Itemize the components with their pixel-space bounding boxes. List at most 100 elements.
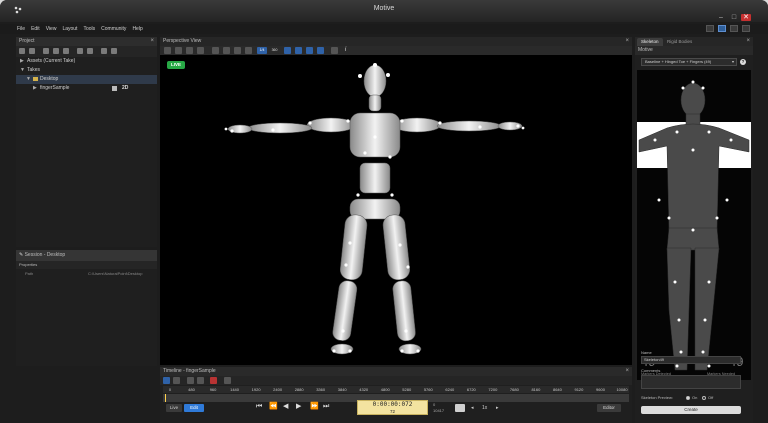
scale-icon[interactable] xyxy=(245,47,252,54)
zoom-icon[interactable] xyxy=(173,377,180,384)
tool-icon[interactable] xyxy=(101,48,107,54)
skeleton-preview: 49 Markers Detected 49 Markers Needed xyxy=(637,70,751,380)
layout-icon[interactable] xyxy=(706,25,714,32)
bone-view-icon[interactable] xyxy=(317,47,324,54)
right-tabbar: Skeleton Rigid Bodies × xyxy=(635,37,753,46)
layout-edit-icon[interactable] xyxy=(730,25,738,32)
step-forward-button[interactable]: ⏩ xyxy=(310,402,319,412)
timeline-tick-label: 5760 xyxy=(423,387,433,392)
camera-icon[interactable] xyxy=(175,47,182,54)
quarter-view-button[interactable]: 1/4 xyxy=(257,47,267,54)
menu-tools[interactable]: Tools xyxy=(83,24,95,34)
timeline-tick-label: 6720 xyxy=(466,387,476,392)
mannequin-3d xyxy=(224,63,525,355)
new-folder-icon[interactable] xyxy=(19,48,25,54)
preview-on-radio[interactable] xyxy=(686,396,690,400)
timeline-tick-label: 3360 xyxy=(316,387,326,392)
pen-icon[interactable] xyxy=(187,377,194,384)
info-icon[interactable]: i xyxy=(342,47,349,54)
select-range-icon[interactable] xyxy=(163,377,170,384)
close-icon[interactable]: × xyxy=(150,37,154,46)
timeline-tick-label: 480 xyxy=(188,387,195,392)
snapshot-icon[interactable] xyxy=(186,47,193,54)
frame-number: 72 xyxy=(389,409,395,414)
paste-icon[interactable] xyxy=(53,48,59,54)
close-icon[interactable]: × xyxy=(625,367,629,376)
expander-icon[interactable]: ▼ xyxy=(20,66,27,75)
timeline-tick-label: 2400 xyxy=(273,387,283,392)
path-label: Path xyxy=(25,271,34,276)
skip-start-button[interactable]: ⏮ xyxy=(256,402,262,412)
close-button[interactable]: ✕ xyxy=(741,14,751,21)
timecode-display[interactable]: 0:00:00:072 72 xyxy=(357,400,428,415)
help-icon[interactable]: ? xyxy=(740,59,746,65)
preview-off-radio[interactable] xyxy=(702,396,706,400)
menu-view[interactable]: View xyxy=(46,24,57,34)
full-view-button[interactable]: 360 xyxy=(270,47,279,54)
minimize-button[interactable]: – xyxy=(716,14,726,21)
menu-layout[interactable]: Layout xyxy=(62,24,77,34)
curve-icon[interactable] xyxy=(224,377,231,384)
playhead[interactable] xyxy=(165,394,166,402)
name-input[interactable]: Skeleton49 xyxy=(641,356,741,364)
timeline-tick-label: 0 xyxy=(168,387,172,392)
visibility-icon[interactable] xyxy=(331,47,338,54)
speed-up-icon[interactable]: ▸ xyxy=(496,405,499,411)
skeleton-view-icon[interactable] xyxy=(306,47,313,54)
comments-input[interactable] xyxy=(641,375,741,389)
step-back-button[interactable]: ⏪ xyxy=(269,402,278,412)
export-icon[interactable] xyxy=(77,48,83,54)
grid-icon[interactable] xyxy=(164,47,171,54)
expander-icon[interactable]: ▶ xyxy=(20,57,27,66)
delete-icon[interactable] xyxy=(63,48,69,54)
layout-icon[interactable] xyxy=(197,47,204,54)
frame-range: 0 10417 xyxy=(433,402,444,414)
edit-mode-button[interactable]: Edit xyxy=(184,404,204,412)
tree-item-desktop[interactable]: ▼ Desktop xyxy=(16,75,157,84)
tab-rigid-bodies[interactable]: Rigid Bodies xyxy=(663,38,696,46)
live-mode-button[interactable]: Live xyxy=(166,404,182,412)
expander-icon[interactable]: ▶ xyxy=(33,84,40,93)
open-icon[interactable] xyxy=(29,48,35,54)
import-icon[interactable] xyxy=(87,48,93,54)
timeline-tick-label: 4320 xyxy=(359,387,369,392)
menu-file[interactable]: File xyxy=(17,24,25,34)
speed-down-icon[interactable]: ◂ xyxy=(471,405,474,411)
move-icon[interactable] xyxy=(197,377,204,384)
frame-end: 10417 xyxy=(433,408,445,413)
delete-key-icon[interactable] xyxy=(210,377,217,384)
playback-speed[interactable]: 1x xyxy=(482,405,487,411)
menu-help[interactable]: Help xyxy=(132,24,142,34)
menu-edit[interactable]: Edit xyxy=(31,24,40,34)
tree-item-takes[interactable]: ▼ Takes xyxy=(16,66,157,75)
layout-custom-icon[interactable] xyxy=(742,25,750,32)
timeline-tick-label: 1440 xyxy=(230,387,240,392)
close-icon[interactable]: × xyxy=(625,37,629,46)
menu-community[interactable]: Community xyxy=(101,24,126,34)
tree-item-assets[interactable]: ▶ Assets (Current Take) xyxy=(16,57,157,66)
layout-capture-icon[interactable] xyxy=(718,25,726,32)
template-select[interactable]: Baseline + Hinged Toe + Fingers (49) ▾ xyxy=(641,58,737,66)
settings-icon[interactable] xyxy=(111,48,117,54)
translate-icon[interactable] xyxy=(234,47,241,54)
expander-icon[interactable]: ▼ xyxy=(26,75,33,84)
tree-item-take[interactable]: ▶ fingerSample 2D xyxy=(16,84,157,93)
copy-icon[interactable] xyxy=(43,48,49,54)
close-icon[interactable]: × xyxy=(746,37,750,46)
play-button[interactable]: ▶ xyxy=(296,402,301,412)
rotate-icon[interactable] xyxy=(223,47,230,54)
maximize-button[interactable]: □ xyxy=(729,14,739,21)
perspective-view[interactable]: Perspective View × 1/4 360 i LIVE xyxy=(160,37,632,365)
project-panel: Project × ▶ Assets (Current Take) ▼ Takes … xyxy=(16,37,157,247)
timeline-ruler[interactable]: 0 480 960 1440 1920 2400 2880 3360 3840 4320 4800 5… xyxy=(163,386,629,393)
select-icon[interactable] xyxy=(212,47,219,54)
marker-view-icon[interactable] xyxy=(284,47,291,54)
loop-icon[interactable] xyxy=(455,404,465,412)
create-button[interactable]: Create xyxy=(641,406,741,414)
editor-dropdown[interactable]: Editor xyxy=(597,404,621,412)
rigidbody-view-icon[interactable] xyxy=(295,47,302,54)
timeline-tick-label: 10080 xyxy=(616,387,628,392)
skip-end-button[interactable]: ⏭ xyxy=(323,402,329,412)
tab-skeleton[interactable]: Skeleton xyxy=(637,38,663,46)
play-reverse-button[interactable]: ◀ xyxy=(283,402,288,412)
